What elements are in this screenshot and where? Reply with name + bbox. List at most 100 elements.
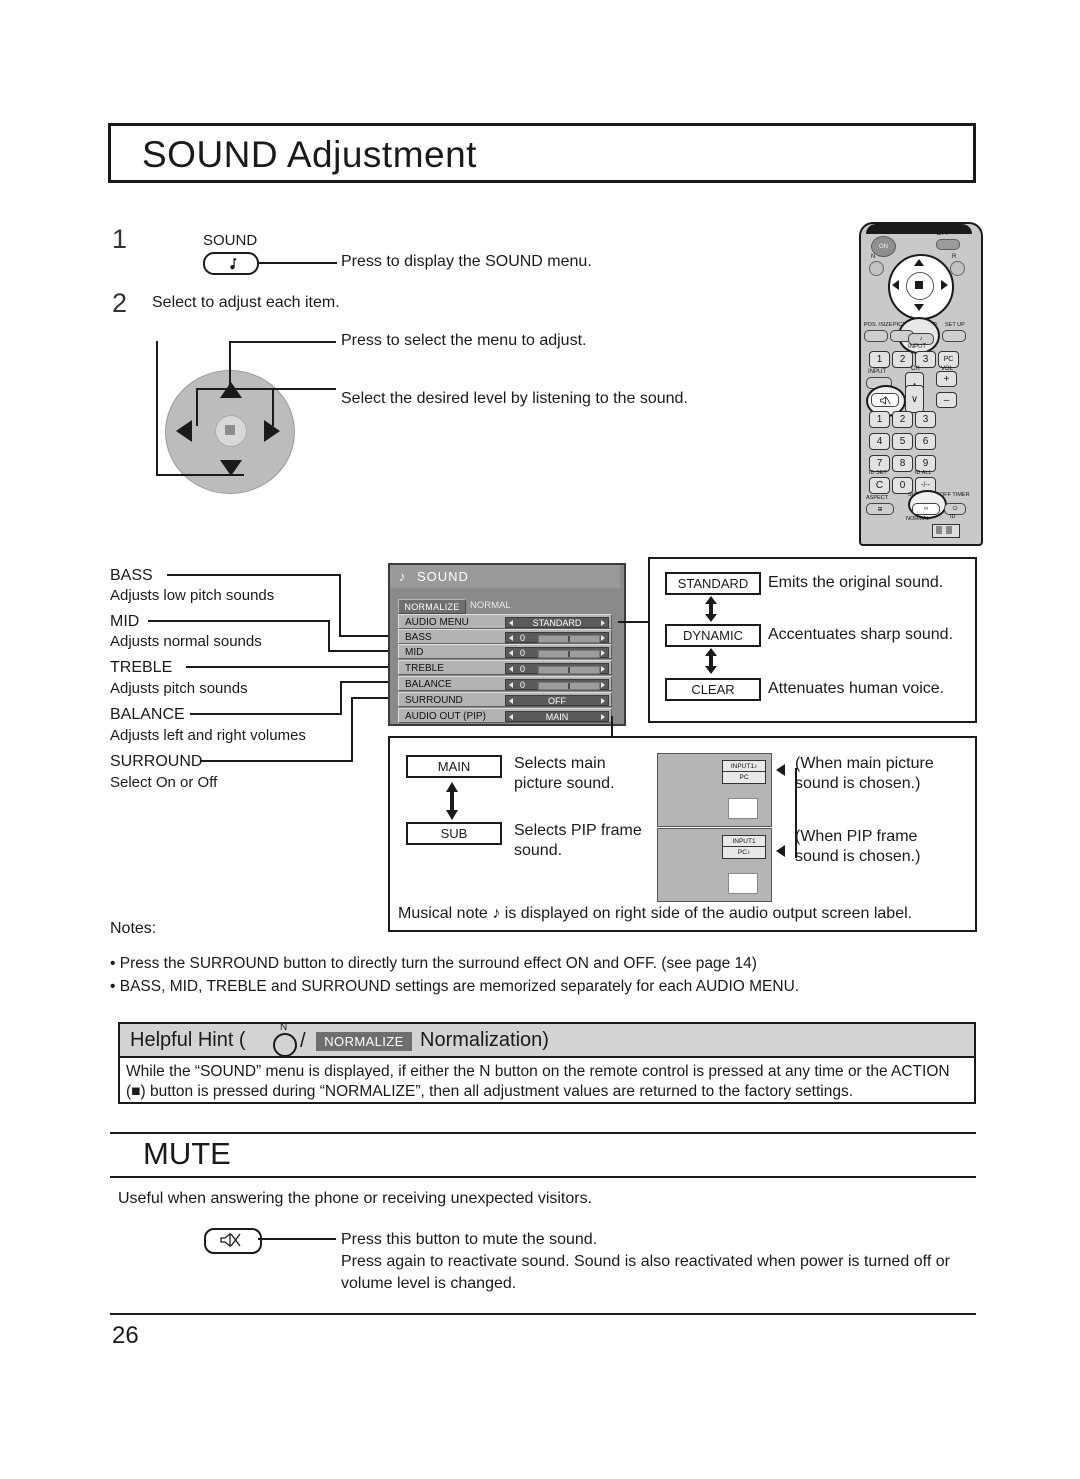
remote-vol-up-button[interactable]: + xyxy=(936,371,957,387)
chevron-right-icon[interactable] xyxy=(601,649,605,656)
remote-key-3[interactable]: 3 xyxy=(915,411,936,428)
remote-key-2[interactable]: 2 xyxy=(892,411,913,428)
note-item-1: • Press the SURROUND button to directly … xyxy=(110,955,757,972)
remote-vol-down-button[interactable]: – xyxy=(936,392,957,408)
osd-row-control[interactable]: OFF xyxy=(505,694,609,706)
helpful-hint-line-1: While the “SOUND” menu is displayed, if … xyxy=(126,1063,950,1080)
sound-button-icon[interactable] xyxy=(203,252,259,275)
label-mid-title: MID xyxy=(110,613,140,630)
chevron-left-icon[interactable] xyxy=(509,634,513,641)
screen-label-text: INPUT1 xyxy=(730,763,754,770)
remote-input1-button[interactable]: 1 xyxy=(869,351,890,368)
remote-key-8[interactable]: 8 xyxy=(892,455,913,472)
pip-option-sub: SUB xyxy=(406,822,502,845)
manual-page: SOUND Adjustment 1 SOUND Press to displa… xyxy=(0,0,1080,1479)
chevron-right-icon[interactable] xyxy=(601,619,605,626)
osd-slider-thumb[interactable] xyxy=(568,667,570,673)
label-treble-title: TREBLE xyxy=(110,659,173,676)
arrow-left-icon[interactable] xyxy=(176,420,192,442)
audio-option-clear-desc: Attenuates human voice. xyxy=(768,680,945,697)
osd-slider-bar[interactable] xyxy=(538,666,600,674)
osd-row-control[interactable]: 0 xyxy=(505,662,609,674)
divider xyxy=(110,1132,976,1134)
remote-normal-label: NORMAL xyxy=(906,516,930,522)
osd-row-value: STANDARD xyxy=(532,617,582,628)
chevron-left-icon[interactable] xyxy=(509,649,513,656)
remote-power-off-button[interactable] xyxy=(936,239,960,250)
osd-row-bass[interactable]: BASS 0 xyxy=(398,629,612,644)
remote-input2-button[interactable]: 2 xyxy=(892,351,913,368)
osd-row-value: 0 xyxy=(520,679,526,690)
leader-line xyxy=(167,574,341,576)
osd-slider-thumb[interactable] xyxy=(568,636,570,642)
screen-label-pc-main: PC xyxy=(722,771,766,784)
remote-n-button[interactable] xyxy=(869,261,884,276)
osd-slider-bar[interactable] xyxy=(538,682,600,690)
osd-normalize-button[interactable]: NORMALIZE xyxy=(398,599,466,614)
remote-key-4[interactable]: 4 xyxy=(869,433,890,450)
remote-arrow-left-icon[interactable] xyxy=(892,280,899,290)
arrow-up-icon[interactable] xyxy=(220,382,242,398)
remote-arrow-right-icon[interactable] xyxy=(941,280,948,290)
leader-line xyxy=(795,768,797,858)
osd-row-treble[interactable]: TREBLE 0 xyxy=(398,660,612,675)
leader-line xyxy=(196,388,336,390)
osd-row-control[interactable]: STANDARD xyxy=(505,616,609,628)
osd-slider-thumb[interactable] xyxy=(568,651,570,657)
remote-aspect-button[interactable]: ⊞ xyxy=(866,503,894,515)
mute-button-icon[interactable] xyxy=(204,1228,262,1254)
osd-normalize-value: NORMAL xyxy=(470,600,511,611)
remote-key-c[interactable]: C xyxy=(869,477,890,494)
remote-mute-button[interactable] xyxy=(871,393,899,407)
remote-arrow-down-icon[interactable] xyxy=(914,304,924,311)
remote-surround-button[interactable]: ∞ xyxy=(912,503,940,515)
osd-row-control[interactable]: 0 xyxy=(505,678,609,690)
osd-row-control[interactable]: 0 xyxy=(505,631,609,643)
remote-key-6[interactable]: 6 xyxy=(915,433,936,450)
double-arrow-icon xyxy=(446,782,458,820)
musical-note-icon: ♪ xyxy=(746,849,751,856)
remote-key-5[interactable]: 5 xyxy=(892,433,913,450)
remote-possize-button[interactable] xyxy=(864,330,888,342)
leader-line xyxy=(259,262,337,264)
pip-option-sub-desc-1: Selects PIP frame xyxy=(514,822,642,839)
leader-line xyxy=(156,341,158,476)
helpful-hint-normalize-tag: NORMALIZE xyxy=(316,1032,412,1051)
osd-row-value: 0 xyxy=(520,632,526,643)
osd-row-control[interactable]: 0 xyxy=(505,646,609,658)
chevron-right-icon[interactable] xyxy=(601,713,605,720)
osd-row-audio-menu[interactable]: AUDIO MENU STANDARD xyxy=(398,614,612,629)
osd-row-value: 0 xyxy=(520,663,526,674)
leader-line xyxy=(190,713,342,715)
chevron-right-icon[interactable] xyxy=(601,681,605,688)
mute-intro-text: Useful when answering the phone or recei… xyxy=(118,1190,593,1207)
helpful-hint-prefix: Helpful Hint ( xyxy=(130,1029,246,1051)
osd-slider-thumb[interactable] xyxy=(568,683,570,689)
chevron-right-icon[interactable] xyxy=(601,697,605,704)
label-surround-desc: Select On or Off xyxy=(110,774,218,791)
step-1-number: 1 xyxy=(112,224,128,254)
osd-row-control[interactable]: MAIN xyxy=(505,710,609,722)
remote-idset-label: ID SET xyxy=(869,470,887,476)
osd-row-balance[interactable]: BALANCE 0 xyxy=(398,676,612,691)
osd-row-mid[interactable]: MID 0 xyxy=(398,644,612,659)
audio-option-standard-desc: Emits the original sound. xyxy=(768,574,944,591)
osd-slider-bar[interactable] xyxy=(538,635,600,643)
chevron-right-icon[interactable] xyxy=(601,634,605,641)
double-arrow-icon xyxy=(705,648,717,674)
leader-line xyxy=(229,341,336,343)
leader-line xyxy=(340,681,389,683)
osd-row-audio-out-pip[interactable]: AUDIO OUT (PIP) MAIN xyxy=(398,708,612,723)
remote-setup-button[interactable] xyxy=(942,330,966,342)
chevron-left-icon[interactable] xyxy=(509,681,513,688)
remote-key-1[interactable]: 1 xyxy=(869,411,890,428)
remote-ch-down-button[interactable]: ∨ xyxy=(905,385,924,413)
osd-slider-bar[interactable] xyxy=(538,650,600,658)
remote-r-button[interactable] xyxy=(950,261,965,276)
musical-note-icon: ♪ xyxy=(753,763,758,770)
helpful-hint-n-label: N xyxy=(280,1022,288,1033)
osd-row-surround[interactable]: SURROUND OFF xyxy=(398,692,612,707)
chevron-right-icon[interactable] xyxy=(601,665,605,672)
remote-arrow-up-icon[interactable] xyxy=(914,259,924,266)
chevron-left-icon[interactable] xyxy=(509,665,513,672)
